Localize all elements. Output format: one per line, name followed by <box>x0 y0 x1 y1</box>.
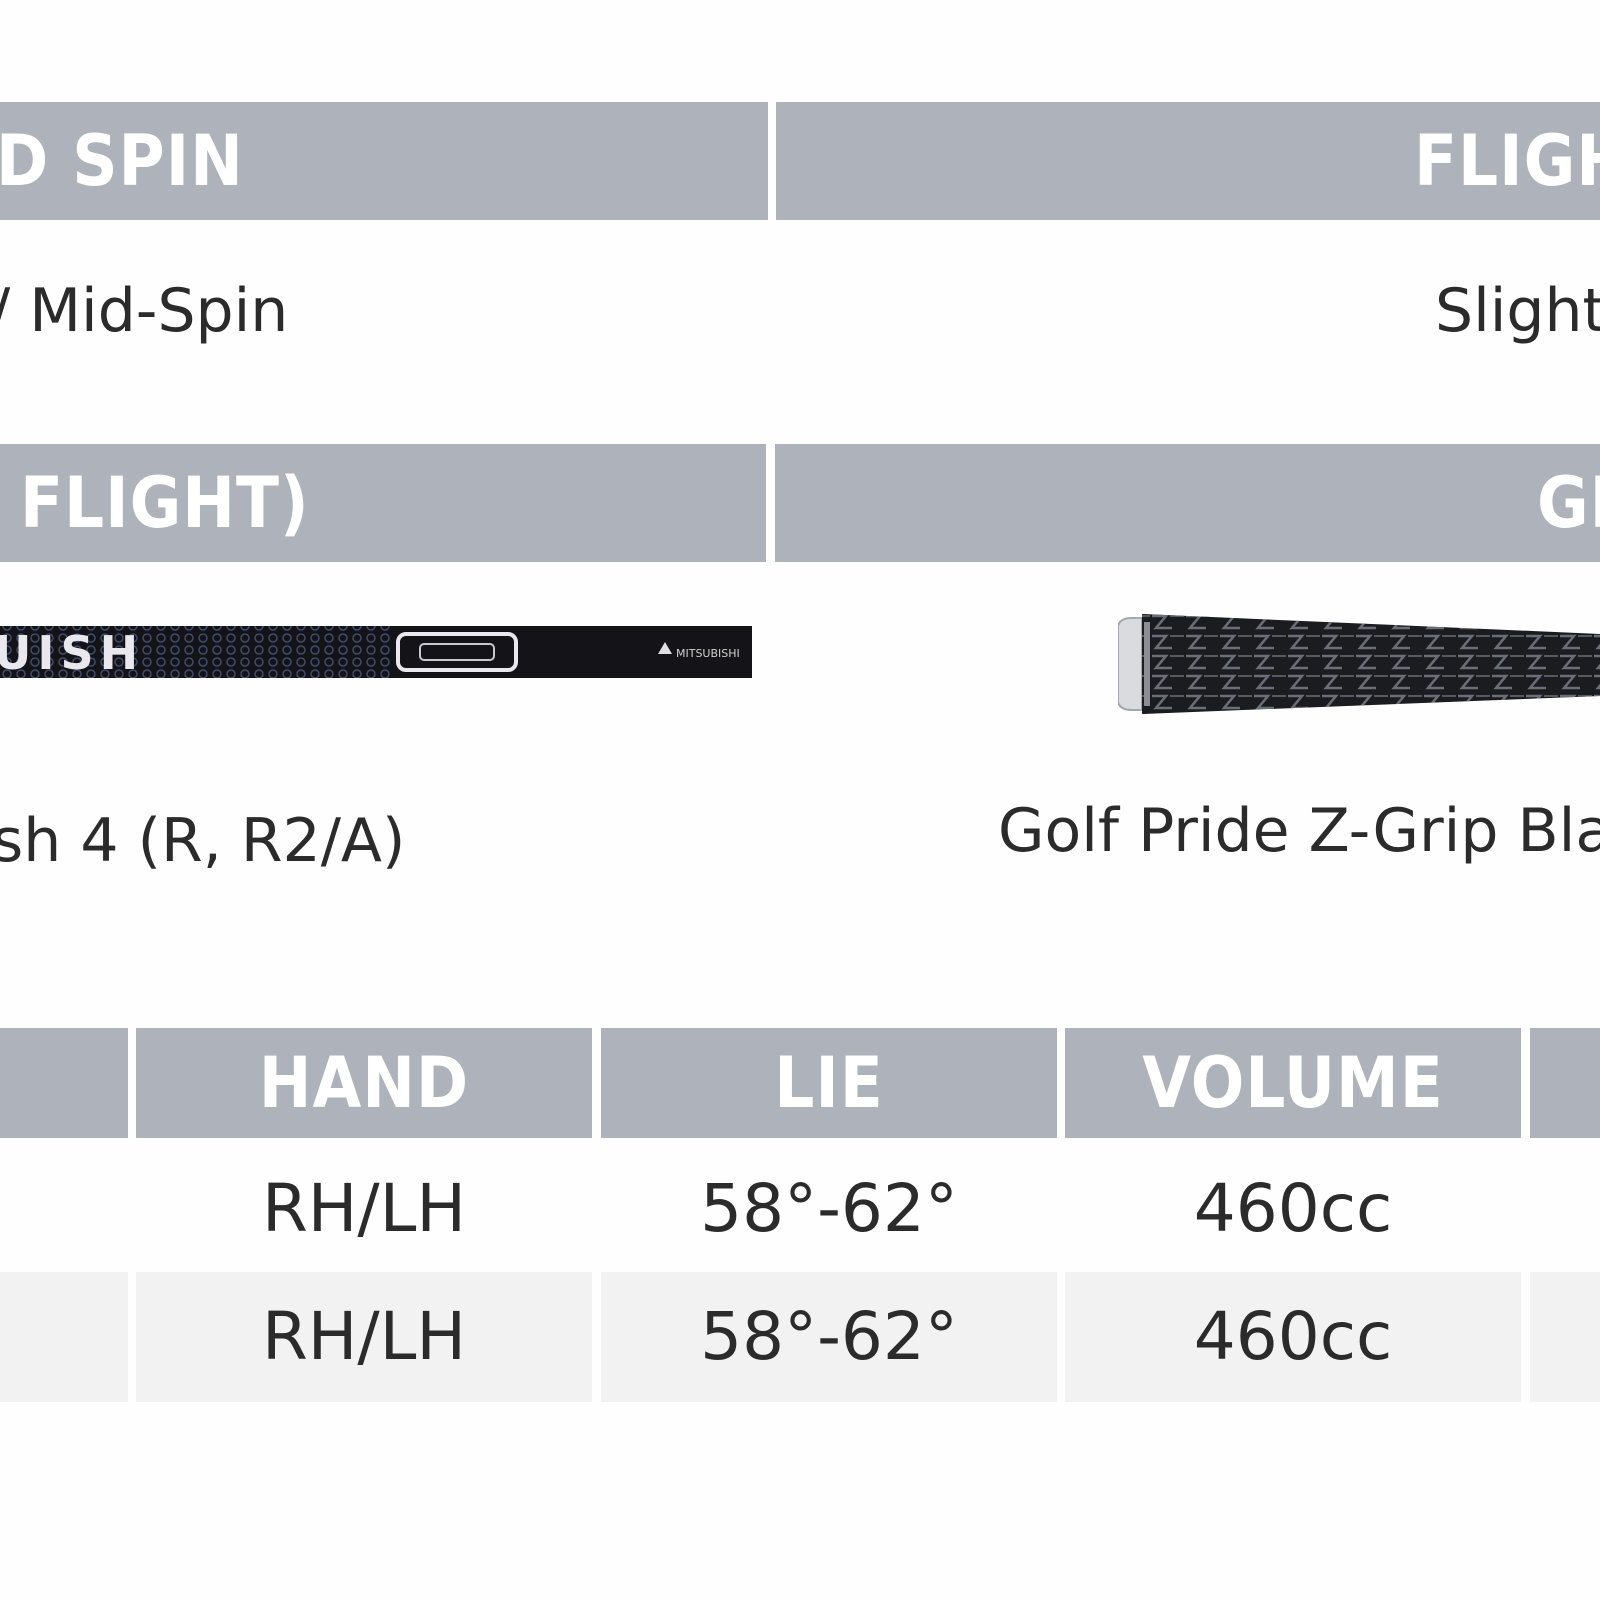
grip-header: GF <box>775 444 1600 562</box>
flight-header-label: FLIGH <box>1414 120 1600 202</box>
spin-header: D SPIN <box>0 102 768 220</box>
table-header-hand: HAND <box>136 1028 592 1138</box>
grip-image <box>1118 614 1600 714</box>
shaft-brand: MITSUBISHI <box>676 647 740 660</box>
shaft-image: UISH MITSUBISHI <box>0 626 752 680</box>
flight-value: Slight <box>1435 276 1600 346</box>
grip-value: Golf Pride Z-Grip Bla <box>998 796 1600 866</box>
table-row-bg <box>0 1272 128 1402</box>
flight-header: FLIGH <box>776 102 1600 220</box>
table-cell-hand: RH/LH <box>261 1170 467 1247</box>
spin-value: / Mid-Spin <box>0 276 289 346</box>
table-header-volume: VOLUME <box>1065 1028 1521 1138</box>
table-header-cell <box>0 1028 128 1138</box>
table-row-bg <box>1530 1272 1600 1402</box>
table-cell-hand: RH/LH <box>261 1298 467 1375</box>
shaft-label: UISH <box>0 626 144 680</box>
grip-header-label: GF <box>1537 462 1600 544</box>
table-header-cell <box>1530 1028 1600 1138</box>
spin-header-label: D SPIN <box>0 120 244 202</box>
table-cell-lie: 58°-62° <box>700 1170 958 1247</box>
table-header-lie: LIE <box>601 1028 1057 1138</box>
shaft-header: FLIGHT) <box>0 444 766 562</box>
table-cell-volume: 460cc <box>1193 1170 1393 1247</box>
shaft-header-label: FLIGHT) <box>20 462 310 544</box>
shaft-value: sh 4 (R, R2/A) <box>0 806 406 876</box>
table-cell-volume: 460cc <box>1193 1298 1393 1375</box>
table-cell-lie: 58°-62° <box>700 1298 958 1375</box>
